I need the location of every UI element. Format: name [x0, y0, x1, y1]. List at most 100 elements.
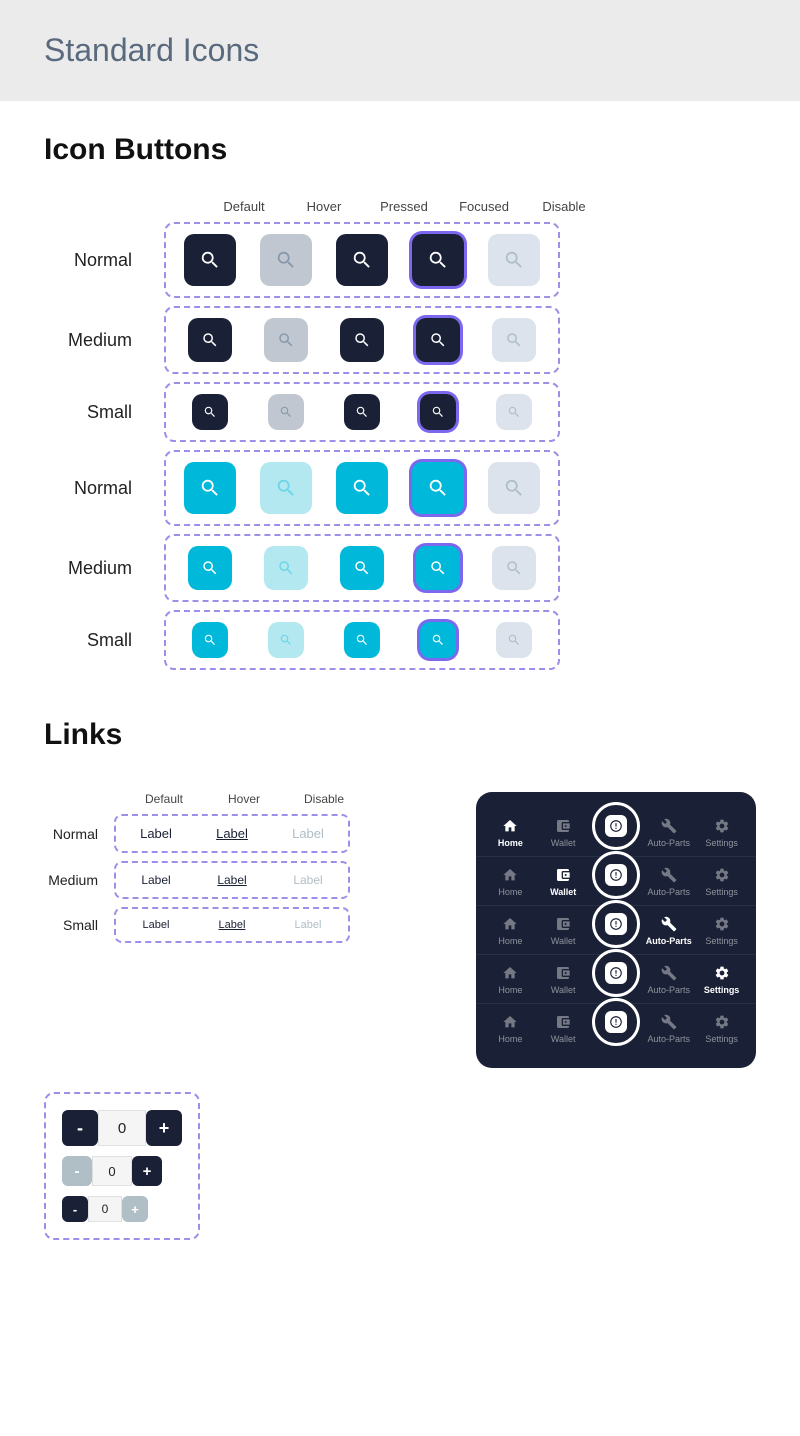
link-col-default: Default — [124, 792, 204, 806]
link-slot: Label — [272, 871, 344, 889]
nav-item-autoparts-4[interactable]: Auto-Parts — [646, 963, 692, 995]
icon-btn-medium-cyan-hover[interactable] — [264, 546, 308, 590]
link-label-normal: Normal — [44, 826, 114, 842]
nav-item-settings-5[interactable]: Settings — [699, 1012, 745, 1044]
wallet-icon-2 — [553, 865, 573, 885]
stepper-minus-small[interactable]: - — [62, 1196, 88, 1222]
nav-item-autoparts-2[interactable]: Auto-Parts — [646, 865, 692, 897]
icon-btn-medium-dark-default[interactable] — [188, 318, 232, 362]
icon-btn-medium-cyan-focused[interactable] — [416, 546, 460, 590]
settings-icon — [712, 816, 732, 836]
nav-center-3[interactable] — [593, 912, 639, 948]
icon-btn-medium-dark-focused[interactable] — [416, 318, 460, 362]
stepper-plus-normal[interactable]: + — [146, 1110, 182, 1146]
wallet-icon-3 — [553, 914, 573, 934]
nav-label-autoparts-4: Auto-Parts — [648, 985, 691, 995]
icon-btn-normal-cyan-pressed[interactable] — [336, 462, 388, 514]
icon-btn-normal-cyan-default[interactable] — [184, 462, 236, 514]
nav-center-button-5[interactable] — [592, 998, 640, 1046]
link-slot: Label — [196, 824, 268, 843]
row-label-3: Small — [44, 402, 164, 423]
nav-row-2: Home Wallet Auto-Parts — [476, 857, 756, 906]
nav-item-wallet-1[interactable]: Wallet — [540, 816, 586, 848]
settings-icon-5 — [712, 1012, 732, 1032]
nav-center-1[interactable] — [593, 814, 639, 850]
icon-row-small-cyan: Small — [44, 610, 756, 670]
row-label-6: Small — [44, 630, 164, 651]
nav-label-autoparts: Auto-Parts — [648, 838, 691, 848]
link-hover-small[interactable]: Label — [213, 917, 252, 933]
nav-center-2[interactable] — [593, 863, 639, 899]
icon-btn-small-dark-pressed[interactable] — [344, 394, 380, 430]
link-hover-normal[interactable]: Label — [210, 824, 254, 843]
col-slot — [250, 234, 322, 286]
icon-btn-medium-dark-disabled — [492, 318, 536, 362]
icon-btn-normal-dark-pressed[interactable] — [336, 234, 388, 286]
icon-group-small-dark — [164, 382, 560, 442]
stepper-plus-medium[interactable]: + — [132, 1156, 162, 1186]
nav-item-home-1[interactable]: Home — [487, 816, 533, 848]
home-icon — [500, 816, 520, 836]
nav-item-autoparts-3[interactable]: Auto-Parts — [646, 914, 692, 946]
nav-item-settings-4[interactable]: Settings — [699, 963, 745, 995]
icon-btn-small-cyan-focused[interactable] — [420, 622, 456, 658]
col-slot — [174, 394, 246, 430]
col-slot — [478, 234, 550, 286]
nav-item-settings-2[interactable]: Settings — [699, 865, 745, 897]
col-slot — [174, 234, 246, 286]
nav-center-5[interactable] — [593, 1010, 639, 1046]
nav-center-button-3[interactable] — [592, 900, 640, 948]
col-slot — [326, 394, 398, 430]
stepper-minus-normal[interactable]: - — [62, 1110, 98, 1146]
icon-btn-normal-dark-hover[interactable] — [260, 234, 312, 286]
nav-center-button-2[interactable] — [592, 851, 640, 899]
link-label-small: Small — [44, 917, 114, 933]
nav-center-icon-5 — [605, 1011, 627, 1033]
link-row-small: Small Label Label Label — [44, 907, 436, 943]
icon-btn-small-cyan-pressed[interactable] — [344, 622, 380, 658]
nav-label-settings-3: Settings — [705, 936, 738, 946]
wallet-icon — [553, 816, 573, 836]
nav-preview-panel: Home Wallet Auto-Parts — [476, 792, 756, 1068]
nav-center-button[interactable] — [592, 802, 640, 850]
col-slot — [402, 462, 474, 514]
nav-item-settings-1[interactable]: Settings — [699, 816, 745, 848]
col-header-pressed: Pressed — [364, 199, 444, 214]
col-slot — [402, 622, 474, 658]
nav-center-4[interactable] — [593, 961, 639, 997]
link-hover-medium[interactable]: Label — [211, 871, 252, 889]
icon-col-headers: Default Hover Pressed Focused Disable — [204, 199, 756, 214]
icon-btn-normal-cyan-hover[interactable] — [260, 462, 312, 514]
nav-item-wallet-4[interactable]: Wallet — [540, 963, 586, 995]
nav-item-autoparts-1[interactable]: Auto-Parts — [646, 816, 692, 848]
link-default-medium[interactable]: Label — [135, 871, 176, 889]
link-default-normal[interactable]: Label — [134, 824, 178, 843]
link-default-small[interactable]: Label — [137, 917, 176, 933]
icon-btn-normal-cyan-focused[interactable] — [412, 462, 464, 514]
icon-btn-small-dark-focused[interactable] — [420, 394, 456, 430]
nav-item-home-3[interactable]: Home — [487, 914, 533, 946]
nav-label-settings-5: Settings — [705, 1034, 738, 1044]
nav-item-wallet-3[interactable]: Wallet — [540, 914, 586, 946]
icon-btn-medium-cyan-disabled — [492, 546, 536, 590]
icon-btn-medium-cyan-pressed[interactable] — [340, 546, 384, 590]
icon-btn-small-cyan-hover[interactable] — [268, 622, 304, 658]
icon-btn-medium-cyan-default[interactable] — [188, 546, 232, 590]
nav-item-home-5[interactable]: Home — [487, 1012, 533, 1044]
nav-item-wallet-5[interactable]: Wallet — [540, 1012, 586, 1044]
nav-item-autoparts-5[interactable]: Auto-Parts — [646, 1012, 692, 1044]
nav-item-home-4[interactable]: Home — [487, 963, 533, 995]
nav-item-settings-3[interactable]: Settings — [699, 914, 745, 946]
nav-item-home-2[interactable]: Home — [487, 865, 533, 897]
icon-btn-small-cyan-default[interactable] — [192, 622, 228, 658]
icon-btn-normal-dark-focused[interactable] — [412, 234, 464, 286]
stepper-section: - 0 + - 0 + - 0 + — [44, 1092, 800, 1240]
nav-center-button-4[interactable] — [592, 949, 640, 997]
icon-btn-medium-dark-pressed[interactable] — [340, 318, 384, 362]
icon-btn-small-dark-default[interactable] — [192, 394, 228, 430]
icon-btn-normal-dark-default[interactable] — [184, 234, 236, 286]
icon-btn-medium-dark-hover[interactable] — [264, 318, 308, 362]
nav-item-wallet-2[interactable]: Wallet — [540, 865, 586, 897]
autoparts-icon-5 — [659, 1012, 679, 1032]
icon-btn-small-dark-hover[interactable] — [268, 394, 304, 430]
